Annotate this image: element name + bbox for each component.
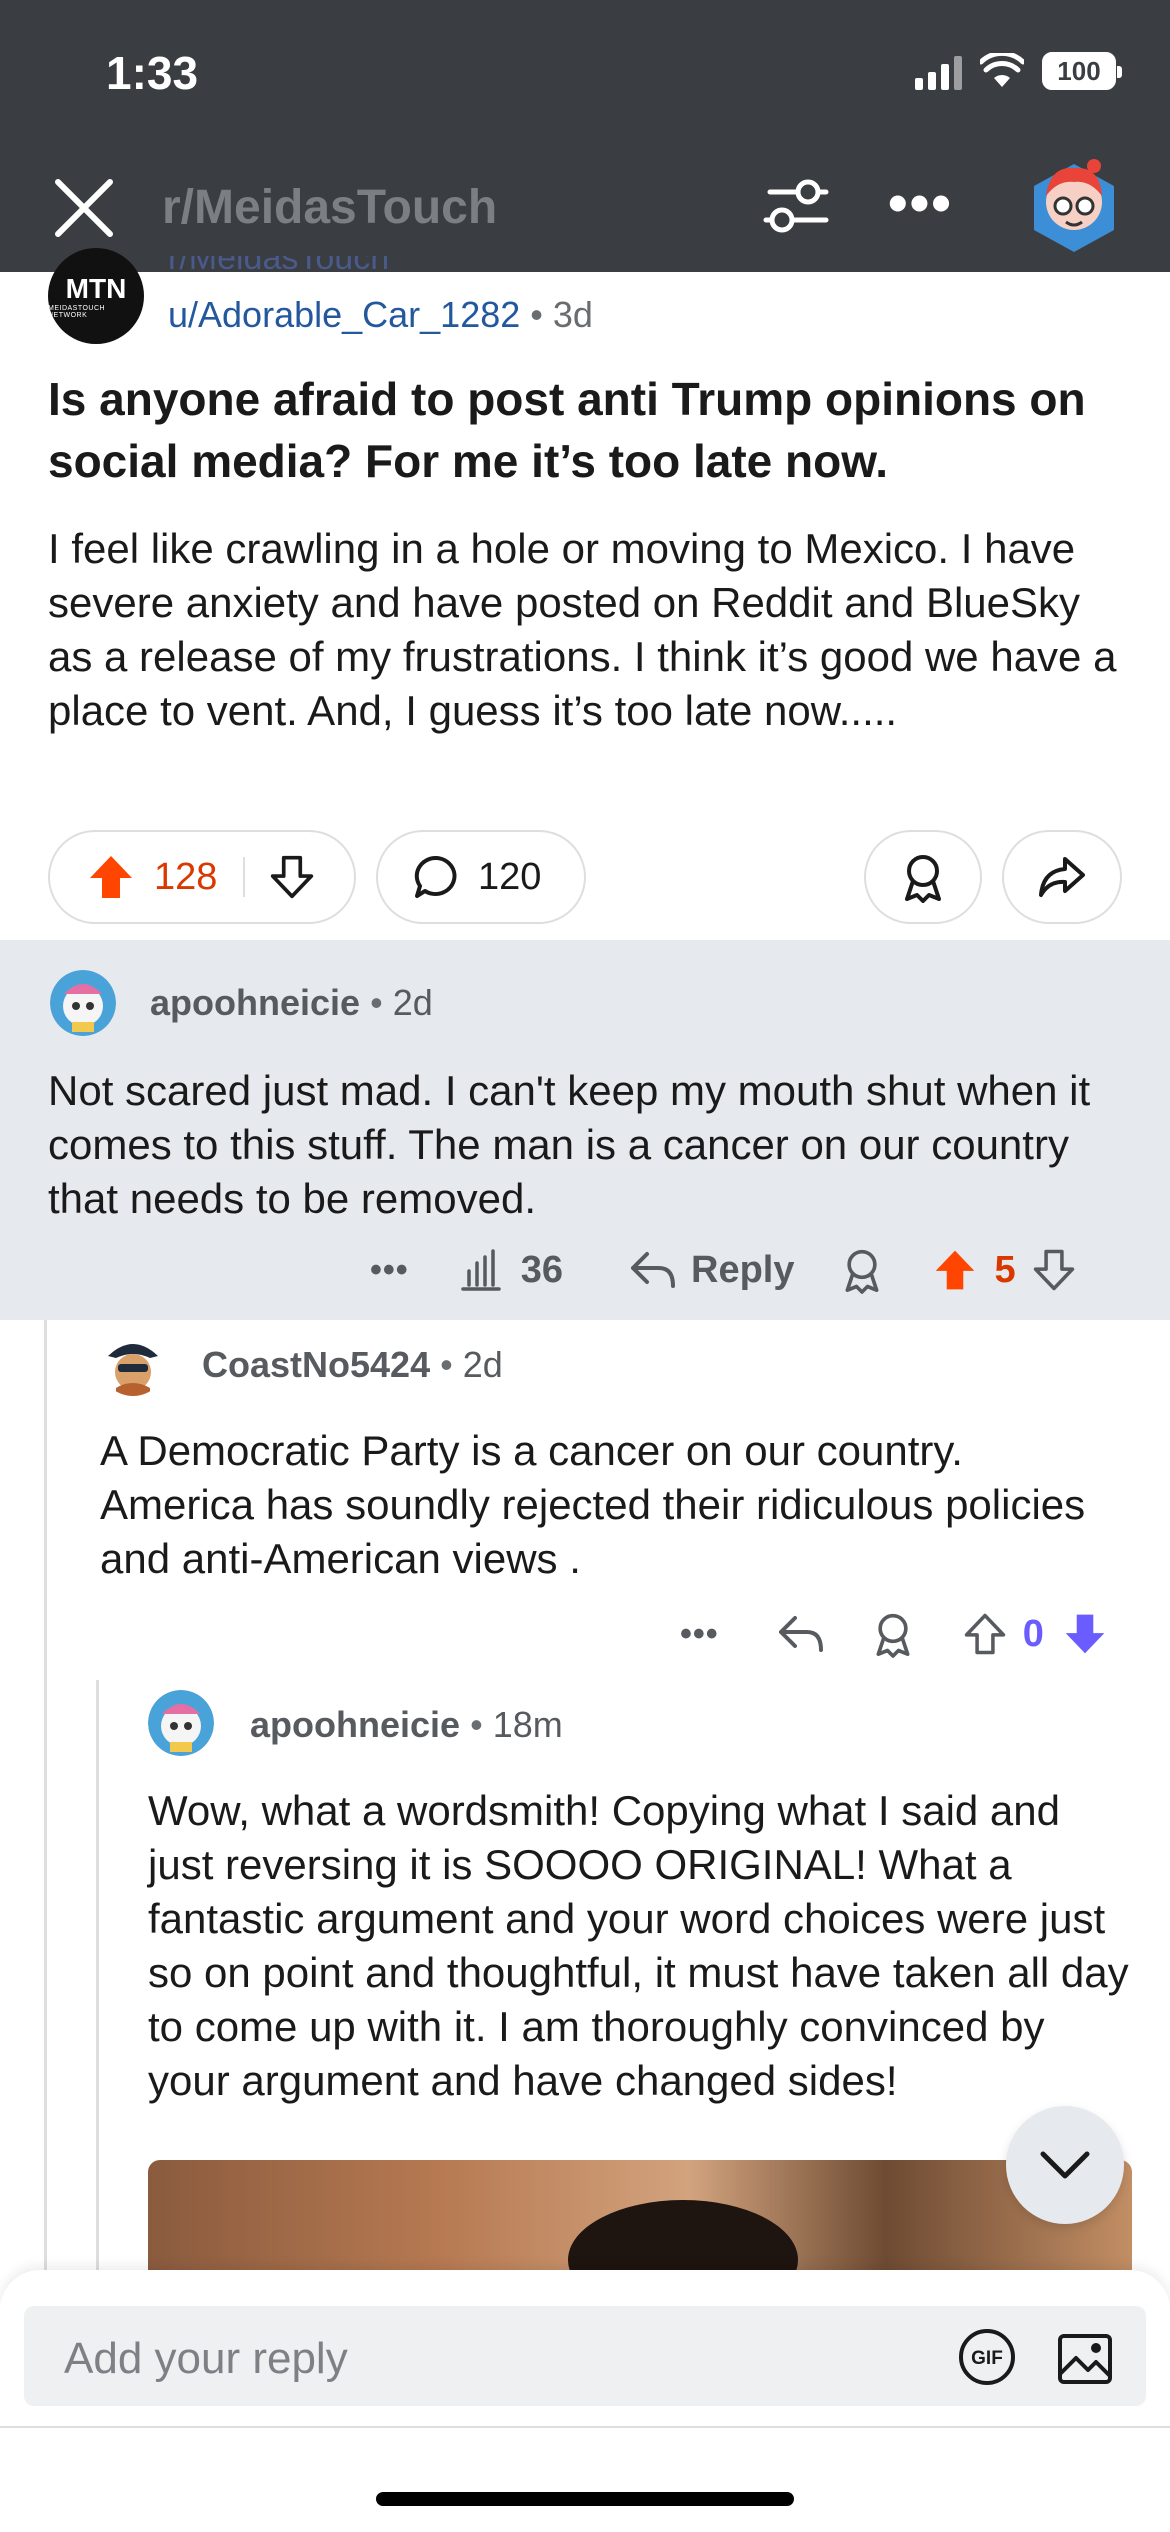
post-age: 3d xyxy=(552,294,593,335)
more-icon[interactable]: ••• xyxy=(680,1615,719,1654)
reply-placeholder: Add your reply xyxy=(64,2334,348,2383)
reply-icon[interactable] xyxy=(777,1614,825,1654)
close-icon[interactable] xyxy=(52,176,116,240)
comment-author[interactable]: apoohneicie xyxy=(250,1704,460,1745)
comment-media-preview[interactable] xyxy=(148,2160,1132,2270)
award-icon[interactable] xyxy=(871,1610,915,1658)
filter-icon[interactable] xyxy=(760,170,832,242)
meta-separator: • xyxy=(530,294,543,335)
post-subreddit-name[interactable]: r/MeidasTouch xyxy=(168,256,389,276)
upvote-icon[interactable] xyxy=(86,852,136,902)
comment-author-line: CoastNo5424 • 2d xyxy=(202,1344,503,1386)
wifi-icon xyxy=(980,53,1024,87)
gif-label: GIF xyxy=(971,2348,1003,2369)
comment-age: 18m xyxy=(492,1704,563,1745)
reply-icon[interactable] xyxy=(629,1250,677,1290)
status-time: 1:33 xyxy=(106,47,199,99)
award-button[interactable] xyxy=(864,830,982,924)
comment-icon xyxy=(414,855,457,898)
thread-line xyxy=(96,1680,99,2270)
reply-button[interactable]: Reply xyxy=(691,1249,794,1292)
cellular-signal-icon xyxy=(915,52,962,90)
comment-age: 2d xyxy=(462,1344,503,1385)
comment-author-line: apoohneicie • 2d xyxy=(150,982,433,1024)
home-indicator[interactable] xyxy=(376,2492,794,2506)
image-icon[interactable] xyxy=(1056,2328,1114,2386)
share-icon xyxy=(1039,857,1085,897)
meta-separator: • xyxy=(370,982,383,1023)
thread-line xyxy=(44,1320,47,2270)
comment-actions: ••• 0 xyxy=(680,1610,1108,1658)
downvote-icon[interactable] xyxy=(269,854,315,900)
more-icon[interactable]: ••• xyxy=(888,175,953,231)
avatar[interactable] xyxy=(148,1690,214,1756)
status-icons: 100 xyxy=(915,52,1122,90)
comment-text: A Democratic Party is a cancer on our co… xyxy=(100,1427,1086,1582)
reply-input[interactable]: Add your reply GIF xyxy=(24,2306,1146,2406)
comment-author[interactable]: CoastNo5424 xyxy=(202,1344,430,1385)
gif-icon[interactable]: GIF xyxy=(958,2328,1016,2386)
subreddit-logo[interactable]: MTN MEIDASTOUCH NETWORK xyxy=(48,248,144,344)
avatar[interactable] xyxy=(50,970,116,1036)
comment-score: 0 xyxy=(1022,1612,1044,1655)
downvote-icon[interactable] xyxy=(1062,1611,1108,1657)
more-icon[interactable]: ••• xyxy=(370,1251,409,1290)
divider xyxy=(0,2426,1170,2428)
share-button[interactable] xyxy=(1002,830,1122,924)
subreddit-logo-tagline: MEIDASTOUCH NETWORK xyxy=(48,305,106,319)
upvote-icon[interactable] xyxy=(963,1612,1007,1656)
comment-actions: ••• 36 Reply 5 xyxy=(370,1246,1076,1294)
upvote-icon[interactable] xyxy=(932,1247,978,1293)
post-title: Is anyone afraid to post anti Trump opin… xyxy=(48,373,1086,487)
comment-highlighted: apoohneicie • 2d Not scared just mad. I … xyxy=(0,940,1170,1320)
comment-score: 5 xyxy=(994,1248,1016,1291)
comment-author-line: apoohneicie • 18m xyxy=(250,1704,563,1746)
downvote-icon[interactable] xyxy=(1032,1248,1076,1292)
comment-views-count: 36 xyxy=(520,1248,563,1291)
scroll-next-button[interactable] xyxy=(1006,2106,1124,2224)
meta-separator: • xyxy=(470,1704,483,1745)
comment-text: Not scared just mad. I can't keep my mou… xyxy=(48,1067,1091,1222)
meta-separator: • xyxy=(440,1344,453,1385)
post-body: I feel like crawling in a hole or moving… xyxy=(48,525,1117,734)
comment-age: 2d xyxy=(392,982,433,1023)
views-icon xyxy=(460,1249,501,1291)
comment-count: 120 xyxy=(478,855,542,898)
avatar[interactable] xyxy=(100,1330,166,1396)
media-preview-subject xyxy=(568,2200,798,2270)
vote-divider xyxy=(243,857,246,897)
top-bar: 1:33 100 r/MeidasTouch ••• xyxy=(0,0,1170,272)
post-upvote-count: 128 xyxy=(154,855,218,898)
reply-bar: Add your reply GIF xyxy=(0,2270,1170,2532)
post-meta: u/Adorable_Car_1282 • 3d xyxy=(168,294,593,336)
comment-text: Wow, what a wordsmith! Copying what I sa… xyxy=(148,1787,1129,2104)
post-author[interactable]: u/Adorable_Car_1282 xyxy=(168,294,520,335)
post-vote-control: 128 xyxy=(48,830,356,924)
chevron-down-icon xyxy=(1040,2151,1090,2179)
avatar[interactable] xyxy=(1030,156,1118,256)
award-icon[interactable] xyxy=(840,1246,884,1294)
award-icon xyxy=(905,855,941,903)
comment-author[interactable]: apoohneicie xyxy=(150,982,360,1023)
nav-subreddit-title[interactable]: r/MeidasTouch xyxy=(162,180,497,235)
battery-indicator: 100 xyxy=(1042,52,1122,90)
comments-button[interactable]: 120 xyxy=(376,830,586,924)
